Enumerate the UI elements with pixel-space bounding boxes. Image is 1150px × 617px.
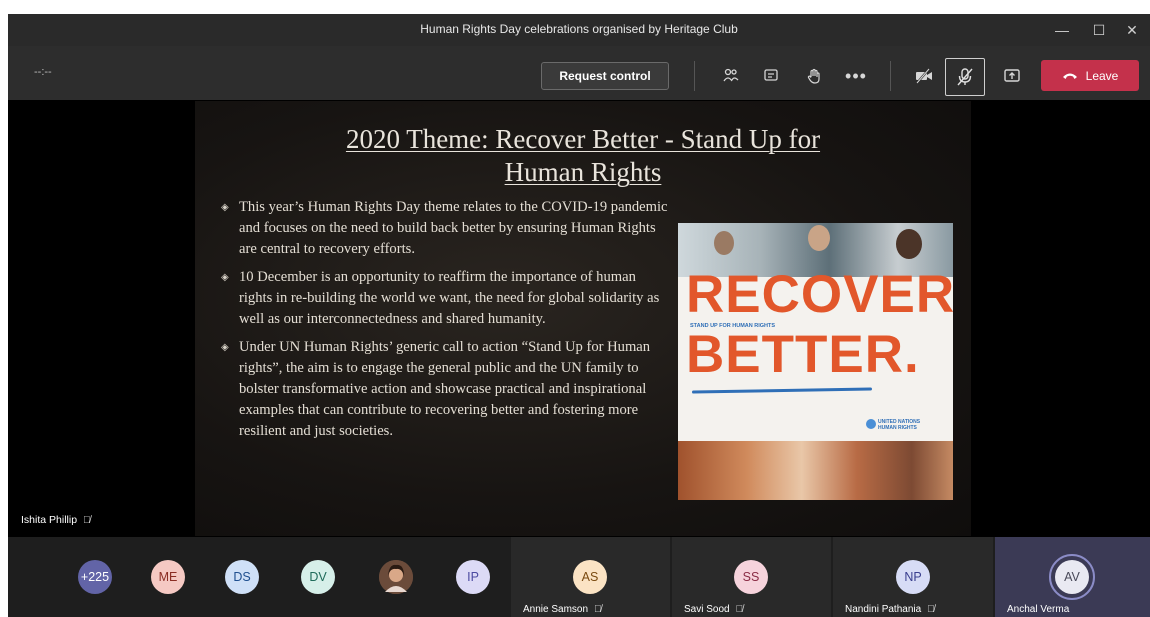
phone-hangup-icon: [1062, 73, 1077, 79]
presentation-slide: 2020 Theme: Recover Better - Stand Up fo…: [195, 101, 971, 536]
participant-avatar: AV: [1055, 560, 1089, 594]
participant-name: Annie Samson 🎙̸: [523, 604, 602, 615]
participant-tile-speaking[interactable]: AV Anchal Verma: [995, 537, 1150, 617]
avatar-initials: IP: [467, 570, 479, 584]
participants-strip: +225 ME DS DV IP AS Annie Samson 🎙̸ SS Sa…: [8, 537, 1150, 617]
poster-photo-person: [714, 231, 734, 255]
raise-hand-icon[interactable]: [798, 60, 830, 92]
slide-bullet: ◈ 10 December is an opportunity to reaff…: [219, 267, 671, 330]
slide-title: 2020 Theme: Recover Better - Stand Up fo…: [195, 123, 971, 189]
mic-off-icon: 🎙̸: [594, 604, 602, 615]
mic-off-icon: 🎙̸: [83, 515, 91, 526]
poster-photo-person: [896, 229, 922, 259]
participants-icon[interactable]: [715, 60, 747, 92]
mic-off-icon: 🎙̸: [927, 604, 935, 615]
participant-avatar[interactable]: DV: [301, 560, 335, 594]
leave-label: Leave: [1085, 68, 1119, 83]
toolbar-divider: [890, 61, 891, 91]
participant-avatar: SS: [734, 560, 768, 594]
avatar-initials: AV: [1064, 570, 1080, 584]
participant-name: Anchal Verma: [1007, 604, 1070, 615]
mic-off-icon: 🎙̸: [735, 604, 744, 615]
shared-screen-stage: 2020 Theme: Recover Better - Stand Up fo…: [8, 100, 1150, 537]
person-photo-icon: [379, 560, 413, 594]
participant-photo-avatar[interactable]: [379, 560, 413, 594]
bullet-text: Under UN Human Rights’ generic call to a…: [239, 339, 651, 439]
avatar-initials: DV: [309, 570, 327, 584]
participant-avatar: NP: [896, 560, 930, 594]
participant-avatar[interactable]: DS: [225, 560, 259, 594]
un-globe-icon: [866, 419, 876, 429]
avatar-initials: SS: [742, 570, 760, 584]
participant-tile[interactable]: NP Nandini Pathania 🎙̸: [833, 537, 993, 617]
close-icon[interactable]: ✕: [1114, 18, 1150, 42]
poster-word-recover: RECOVER: [686, 265, 953, 324]
maximize-icon[interactable]: ☐: [1081, 18, 1117, 42]
title-bar: Human Rights Day celebrations organised …: [8, 14, 1150, 46]
participant-name: Nandini Pathania 🎙̸: [845, 604, 935, 615]
meeting-toolbar: --:-- Request control ••• Leave: [8, 46, 1150, 100]
slide-title-line-1: 2020 Theme: Recover Better - Stand Up fo…: [345, 124, 821, 154]
bullet-text: 10 December is an opportunity to reaffir…: [239, 269, 660, 327]
participant-name: Savi Sood 🎙̸: [684, 604, 744, 615]
participant-tile[interactable]: AS Annie Samson 🎙̸: [511, 537, 670, 617]
participant-avatar[interactable]: ME: [151, 560, 185, 594]
share-screen-icon[interactable]: [996, 60, 1028, 92]
poster-photo-person: [808, 225, 830, 251]
minimize-icon[interactable]: —: [1044, 18, 1080, 42]
slide-bullet: ◈ This year’s Human Rights Day theme rel…: [219, 197, 671, 260]
leave-button[interactable]: Leave: [1041, 60, 1139, 91]
avatar-initials: AS: [581, 570, 599, 584]
participant-overflow-badge[interactable]: +225: [78, 560, 112, 594]
camera-off-icon[interactable]: [908, 60, 940, 92]
diamond-bullet-icon: ◈: [221, 342, 229, 353]
request-control-button[interactable]: Request control: [541, 62, 669, 90]
slide-bullet: ◈ Under UN Human Rights’ generic call to…: [219, 337, 671, 442]
toolbar-divider: [694, 61, 695, 91]
slide-title-line-2: Human Rights: [504, 157, 662, 187]
participant-tile[interactable]: SS Savi Sood 🎙̸: [672, 537, 831, 617]
teams-meeting-window: Human Rights Day celebrations organised …: [8, 14, 1150, 617]
chat-icon[interactable]: [755, 60, 787, 92]
recover-better-poster: RECOVER STAND UP FOR HUMAN RIGHTS BETTER…: [678, 223, 953, 500]
diamond-bullet-icon: ◈: [221, 202, 229, 213]
poster-underline: [691, 387, 873, 394]
bullet-text: This year’s Human Rights Day theme relat…: [239, 199, 668, 257]
more-options-icon[interactable]: •••: [840, 60, 872, 92]
presenter-name-label: Ishita Phillip 🎙̸: [21, 514, 91, 526]
avatar-initials: NP: [904, 570, 922, 584]
participant-avatar: AS: [573, 560, 607, 594]
poster-word-better: BETTER.: [686, 325, 920, 384]
avatar-initials: DS: [233, 570, 251, 584]
participant-avatar[interactable]: IP: [456, 560, 490, 594]
un-human-rights-logo: UNITED NATIONS HUMAN RIGHTS: [866, 419, 920, 431]
poster-photo-bottom: [678, 441, 953, 500]
mic-off-icon[interactable]: [945, 58, 985, 96]
slide-bullets: ◈ This year’s Human Rights Day theme rel…: [219, 197, 671, 449]
meeting-timer: --:--: [34, 66, 52, 78]
diamond-bullet-icon: ◈: [221, 272, 229, 283]
logo-line-2: HUMAN RIGHTS: [878, 425, 917, 431]
avatar-initials: ME: [158, 570, 178, 584]
window-title: Human Rights Day celebrations organised …: [420, 22, 738, 36]
presenter-name: Ishita Phillip: [21, 514, 78, 526]
